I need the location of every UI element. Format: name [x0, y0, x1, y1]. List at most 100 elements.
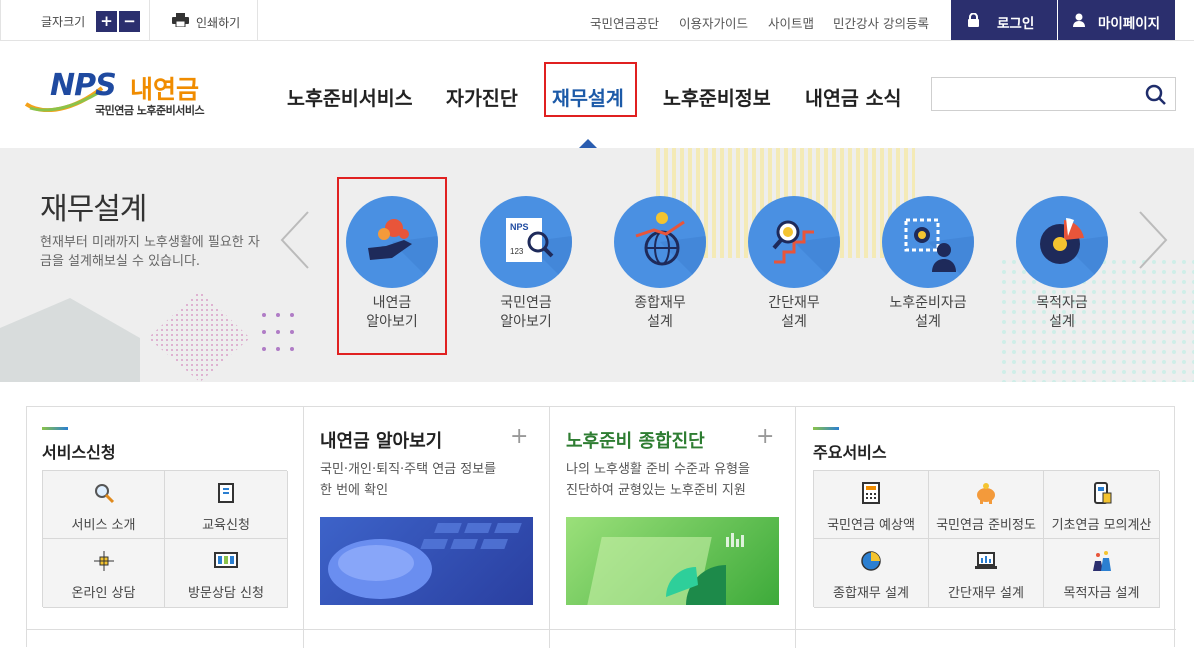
highlight-box-nav: [544, 62, 637, 117]
logo-sub-text: 내연금: [130, 75, 200, 104]
search-input[interactable]: [932, 78, 1137, 110]
banner-item-label-2: 알아보기: [500, 314, 552, 330]
user-icon: [1073, 13, 1085, 27]
banner-item-label-2: 설계: [1049, 314, 1075, 330]
magnifier-icon: [94, 484, 114, 504]
nav-retirement-info[interactable]: 노후준비정보: [663, 82, 771, 111]
pension-estimate-label: 국민연금 예상액: [827, 518, 915, 533]
site-logo[interactable]: NPS 내연금 국민연금 노후준비서비스: [24, 68, 214, 118]
lock-icon: [968, 13, 979, 27]
chevron-left-icon[interactable]: [280, 210, 310, 270]
main-services-panel: 주요서비스 국민연금 예상액 국민연금 준비정도 기초연금 모의계산 종합재무 …: [796, 407, 1176, 648]
font-decrease-button[interactable]: −: [119, 11, 140, 32]
education-apply-label: 교육신청: [202, 518, 250, 533]
globe-chart-icon: [614, 196, 706, 288]
piggy-bank-icon: [977, 483, 995, 504]
my-pension-desc: 국민·개인·퇴직·주택 연금 정보를 한 번에 확인: [320, 459, 496, 501]
font-increase-button[interactable]: +: [96, 11, 117, 32]
font-size-control: 글자크기 + −: [0, 0, 150, 40]
my-pension-more-button[interactable]: +: [510, 424, 528, 449]
network-icon: [93, 551, 114, 571]
banner-item-purpose-fund[interactable]: 목적자금설계: [1016, 196, 1108, 332]
banner-item-simple[interactable]: 간단재무 설계: [748, 196, 840, 332]
education-apply-link[interactable]: 교육신청: [165, 471, 288, 539]
divider: [27, 629, 303, 630]
calculator-icon: [862, 482, 880, 504]
banner-item-nps[interactable]: NPS 123 국민연금 알아보기: [480, 196, 572, 332]
banner-item-label-1: 목적자금: [1036, 295, 1088, 311]
service-apply-panel: 서비스신청 서비스 소개 교육신청 온라인 상담 방문상담 신청: [27, 407, 304, 648]
service-apply-grid: 서비스 소개 교육신청 온라인 상담 방문상담 신청: [42, 470, 288, 608]
person-gear-icon: [882, 196, 974, 288]
accent-bar: [42, 427, 68, 430]
login-button[interactable]: 로그인: [951, 0, 1057, 40]
mypage-label: 마이페이지: [1098, 16, 1161, 32]
logo-nps-text: NPS: [50, 68, 117, 103]
magnifier-stairs-icon: [748, 196, 840, 288]
visit-consult-link[interactable]: 방문상담 신청: [165, 539, 288, 608]
banner-item-label-1: 노후준비자금: [889, 295, 967, 311]
svg-text:NPS: NPS: [510, 222, 529, 232]
diagnosis-desc-line2: 진단하여 균형있는 노후준비 지원: [566, 483, 746, 498]
diagnosis-panel[interactable]: 노후준비 종합진단 + 나의 노후생활 준비 수준과 유형을진단하여 균형있는 …: [550, 407, 796, 648]
basic-pension-calc-link[interactable]: 기초연금 모의계산: [1044, 471, 1160, 539]
laptop-icon: [975, 552, 997, 569]
service-intro-link[interactable]: 서비스 소개: [43, 471, 165, 539]
printer-icon: [172, 13, 189, 27]
active-nav-indicator: [579, 139, 597, 148]
banner-item-label-2: 설계: [647, 314, 673, 330]
mouse-keyboard-image: [320, 517, 533, 605]
utility-bar: 글자크기 + − 인쇄하기 국민연금공단 이용자가이드 사이트맵 민간강사 강의…: [0, 0, 1194, 41]
divider: [304, 629, 549, 630]
online-consult-link[interactable]: 온라인 상담: [43, 539, 165, 608]
online-consult-label: 온라인 상담: [71, 586, 136, 601]
purpose-fund-link[interactable]: 목적자금 설계: [1044, 539, 1160, 608]
comprehensive-planning-link[interactable]: 종합재무 설계: [814, 539, 929, 608]
link-nps[interactable]: 국민연금공단: [590, 13, 659, 32]
my-pension-title[interactable]: 내연금 알아보기: [320, 427, 442, 453]
nav-news[interactable]: 내연금 소식: [805, 82, 902, 111]
svg-text:123: 123: [510, 247, 524, 256]
pension-estimate-link[interactable]: 국민연금 예상액: [814, 471, 929, 539]
print-label: 인쇄하기: [196, 16, 241, 30]
simple-planning-label: 간단재무 설계: [948, 586, 1024, 601]
nps-document-search-icon: NPS 123: [480, 196, 572, 288]
chart-graphic-image: [566, 517, 779, 605]
main-services-title: 주요서비스: [813, 443, 887, 462]
simple-planning-link[interactable]: 간단재무 설계: [929, 539, 1044, 608]
link-sitemap[interactable]: 사이트맵: [768, 13, 814, 32]
banner-item-retirement-fund[interactable]: 노후준비자금 설계: [882, 196, 974, 332]
chevron-right-icon[interactable]: [1138, 210, 1168, 270]
diagnosis-desc: 나의 노후생활 준비 수준과 유형을진단하여 균형있는 노후준비 지원: [566, 459, 750, 501]
main-services-grid: 국민연금 예상액 국민연금 준비정도 기초연금 모의계산 종합재무 설계 간단재…: [813, 470, 1160, 608]
purpose-fund-label: 목적자금 설계: [1063, 586, 1140, 601]
pension-readiness-label: 국민연금 준비정도: [936, 518, 1036, 533]
divider: [796, 629, 1176, 630]
link-user-guide[interactable]: 이용자가이드: [679, 13, 748, 32]
link-lecturer-register[interactable]: 민간강사 강의등록: [833, 13, 929, 32]
logo-caption: 국민연금 노후준비서비스: [95, 104, 205, 117]
banner-title: 재무설계: [40, 192, 147, 227]
search-icon[interactable]: [1145, 84, 1167, 106]
comprehensive-planning-label: 종합재무 설계: [833, 586, 909, 601]
my-pension-panel[interactable]: 내연금 알아보기 + 국민·개인·퇴직·주택 연금 정보를 한 번에 확인: [304, 407, 550, 648]
nav-retirement-service[interactable]: 노후준비서비스: [287, 82, 413, 111]
highlight-box-item: [337, 177, 447, 355]
visit-consult-label: 방문상담 신청: [188, 586, 264, 601]
print-button[interactable]: 인쇄하기: [150, 0, 258, 40]
pie-chart-coin-icon: [1016, 196, 1108, 288]
pension-readiness-link[interactable]: 국민연금 준비정도: [929, 471, 1044, 539]
banner-item-comprehensive[interactable]: 종합재무설계: [614, 196, 706, 332]
service-intro-label: 서비스 소개: [71, 518, 136, 533]
nav-self-diagnosis[interactable]: 자가진단: [446, 82, 518, 111]
mypage-button[interactable]: 마이페이지: [1058, 0, 1175, 40]
diagnosis-more-button[interactable]: +: [756, 424, 774, 449]
pie-chart-icon: [861, 551, 881, 571]
search-box[interactable]: [931, 77, 1176, 111]
diagnosis-desc-line1: 나의 노후생활 준비 수준과 유형을: [566, 462, 750, 477]
banner-item-label-1: 종합재무: [634, 295, 686, 311]
accent-bar: [813, 427, 839, 430]
my-pension-desc-line2: 한 번에 확인: [320, 483, 389, 498]
diagnosis-title[interactable]: 노후준비 종합진단: [566, 427, 705, 453]
banner-item-label-1: 간단재무: [768, 295, 820, 311]
